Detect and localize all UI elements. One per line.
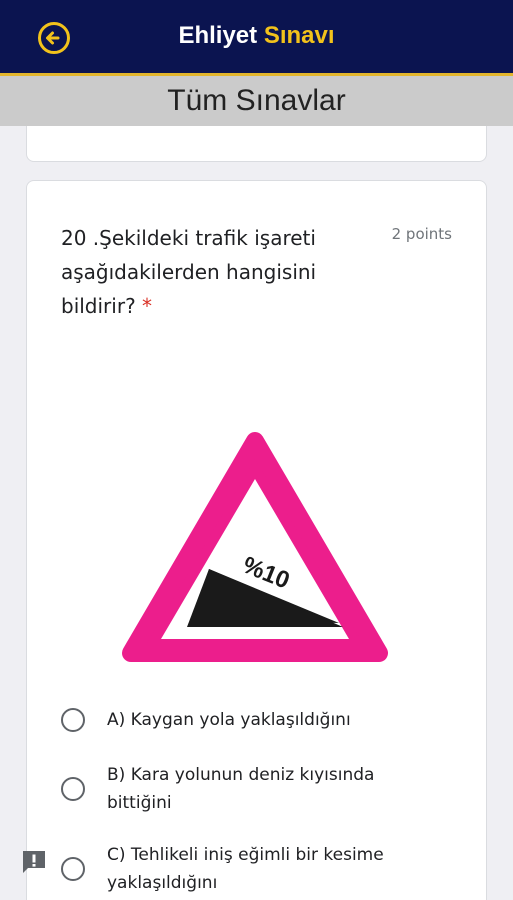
option-a-label: A) Kaygan yola yaklaşıldığını (107, 710, 351, 730)
option-b-label: B) Kara yolunun deniz kıyısında bittiğin… (107, 765, 375, 813)
app-bar: Ehliyet Sınavı (0, 0, 513, 76)
app-title-part2: Sınavı (263, 22, 335, 49)
report-feedback-icon[interactable] (20, 848, 48, 876)
app-title: Ehliyet Sınavı (0, 22, 513, 50)
radio-option-c[interactable] (61, 857, 85, 881)
question-label: 20 .Şekildeki trafik işareti aşağıdakile… (61, 226, 317, 318)
required-asterisk: * (142, 294, 153, 318)
question-text: 20 .Şekildeki trafik işareti aşağıdakile… (61, 221, 351, 323)
form-content[interactable]: 20 .Şekildeki trafik işareti aşağıdakile… (0, 126, 513, 900)
section-title: Tüm Sınavlar (0, 76, 513, 126)
question-points: 2 points (391, 225, 452, 243)
question-card: 20 .Şekildeki trafik işareti aşağıdakile… (26, 180, 487, 900)
radio-option-b[interactable] (61, 777, 85, 801)
option-c-label: C) Tehlikeli iniş eğimli bir kesime yakl… (107, 845, 384, 893)
traffic-sign-image: %10 (122, 432, 388, 662)
radio-option-a[interactable] (61, 708, 85, 732)
previous-question-card (26, 126, 487, 162)
app-title-part1: Ehliyet (178, 22, 258, 49)
